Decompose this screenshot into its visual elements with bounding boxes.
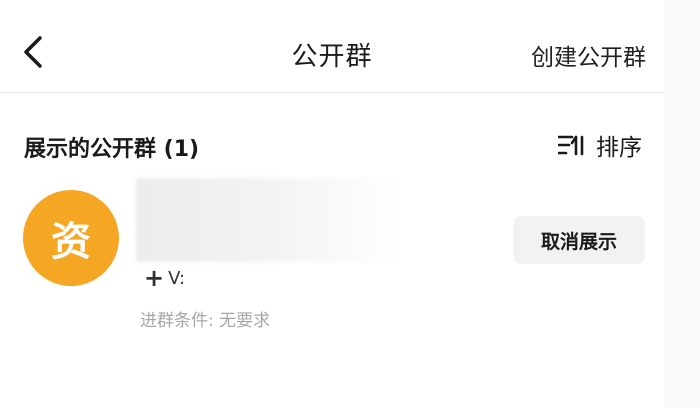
join-condition: 进群条件: 无要求: [140, 311, 271, 331]
avatar-initial: 资: [51, 219, 91, 265]
contact-text: V:: [168, 267, 186, 289]
group-avatar: 资: [23, 190, 119, 286]
section-title: 展示的公开群 (1): [24, 137, 200, 162]
create-public-group-button[interactable]: 创建公开群: [531, 38, 646, 72]
plus-icon: +: [144, 264, 165, 292]
right-edge-strip: [664, 0, 700, 408]
top-nav-bar: 公开群 创建公开群: [0, 0, 664, 93]
group-contact-line: + V:: [144, 266, 185, 290]
group-name-blurred: [136, 178, 400, 262]
sort-icon: [558, 135, 584, 156]
cancel-display-button[interactable]: 取消展示: [513, 216, 645, 264]
public-groups-screen: 公开群 创建公开群 展示的公开群 (1) 排序 资 + V: 进群条件: 无要求…: [0, 0, 664, 408]
sort-button[interactable]: 排序: [558, 128, 642, 162]
sort-label: 排序: [596, 135, 642, 161]
